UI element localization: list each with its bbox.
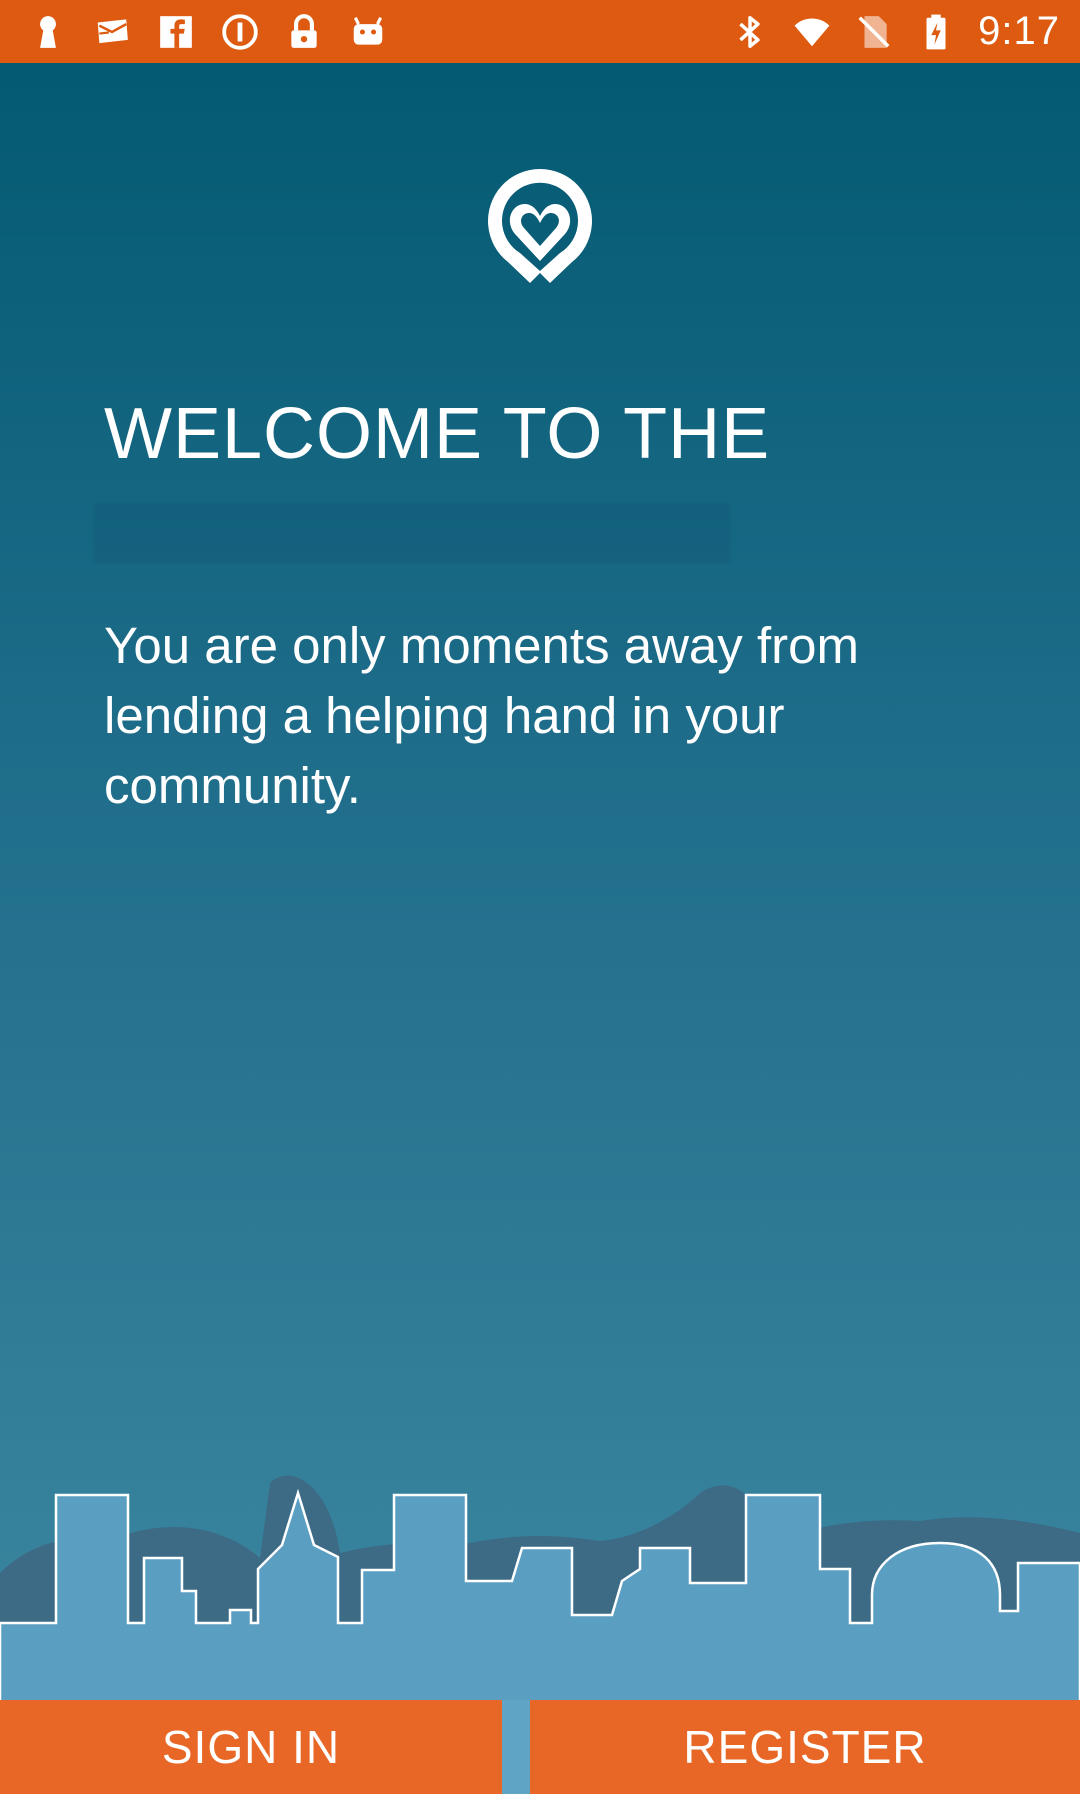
clock: 9:17 [978, 9, 1060, 53]
action-bar: SIGN IN REGISTER [0, 1700, 1080, 1794]
status-bar: 9:17 [0, 0, 1080, 63]
lock-icon [284, 12, 324, 52]
welcome-title: WELCOME TO THE [104, 394, 771, 474]
sign-in-button[interactable]: SIGN IN [0, 1700, 502, 1794]
android-icon [348, 12, 388, 52]
info-circle-icon [220, 12, 260, 52]
mail-icon [92, 12, 132, 52]
city-skyline-illustration [0, 1475, 1080, 1700]
facebook-icon [156, 12, 196, 52]
welcome-panel[interactable]: WELCOME TO THE You are only moments away… [0, 63, 1080, 1700]
register-button[interactable]: REGISTER [530, 1700, 1080, 1794]
notification-icons [28, 0, 388, 63]
wifi-icon [792, 12, 832, 52]
no-sim-icon [854, 12, 894, 52]
heart-pin-logo [488, 169, 592, 283]
keyhole-icon [28, 12, 68, 52]
bluetooth-icon [730, 12, 770, 52]
system-icons: 9:17 [730, 0, 1060, 63]
title-placeholder-bar [94, 503, 730, 563]
welcome-description: You are only moments away from lending a… [104, 617, 859, 814]
battery-charging-icon [916, 12, 956, 52]
